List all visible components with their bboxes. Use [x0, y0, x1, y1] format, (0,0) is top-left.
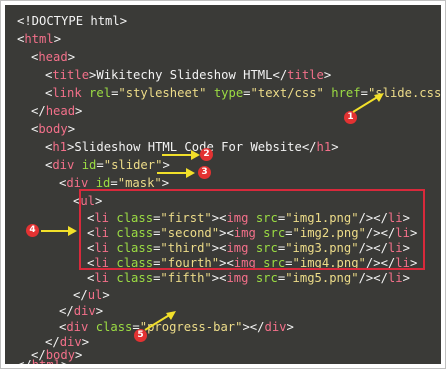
slider-value: "slider": [103, 158, 163, 172]
div-tag: div: [52, 158, 75, 172]
code-line-body-open: <body>: [31, 122, 76, 136]
src-attr: src: [255, 271, 278, 285]
callout-3: 3: [198, 166, 211, 179]
code-line-head-close: </head>: [31, 104, 83, 118]
title-tag: title: [52, 68, 90, 82]
code-listing: <!DOCTYPE html> <html> <head> <title>Wik…: [5, 5, 441, 364]
div-close-tag: div: [73, 304, 96, 318]
link-tag: link: [52, 86, 82, 100]
callout-2: 2: [200, 148, 213, 161]
type-value: "text/css": [250, 86, 324, 100]
rel-attr: rel: [89, 86, 112, 100]
doctype-text: <!DOCTYPE html>: [17, 14, 128, 28]
div-tag: div: [66, 176, 89, 190]
img-tag: img: [226, 271, 249, 285]
code-line-title: <title>Wikitechy Slideshow HTML</title>: [45, 68, 332, 82]
div-tag: div: [66, 320, 89, 334]
id-attr: id: [95, 176, 111, 190]
class-attr: class: [116, 271, 154, 285]
code-editor: <!DOCTYPE html> <html> <head> <title>Wik…: [5, 5, 441, 364]
div-close-tag: div: [264, 320, 287, 334]
class-attr: class: [95, 320, 133, 334]
id-attr: id: [81, 158, 97, 172]
rel-value: "stylesheet": [118, 86, 207, 100]
code-line-li: <li class="fifth"><img src="img5.png"/><…: [87, 271, 410, 285]
screenshot-frame: <!DOCTYPE html> <html> <head> <title>Wik…: [0, 0, 446, 369]
h1-tag: h1: [52, 140, 68, 154]
arrow-5-icon: [144, 311, 176, 331]
arrow-3-icon: [157, 168, 195, 178]
code-line-slider-div: <div id="slider">: [45, 158, 170, 172]
code-line-html-open: <html>: [17, 32, 62, 46]
code-line-html-close: </html>: [17, 358, 68, 364]
ul-close-tag: ul: [87, 288, 103, 302]
li-tag: li: [94, 271, 110, 285]
callout-4: 4: [26, 224, 39, 237]
mask-value: "mask": [117, 176, 162, 190]
list-items-highlight-box: [79, 189, 425, 270]
code-line-doctype: <!DOCTYPE html>: [17, 12, 127, 30]
head-close-tag: head: [45, 104, 76, 118]
img-src-value: "img5.png": [285, 271, 359, 285]
title-text: Wikitechy Slideshow HTML: [96, 68, 273, 82]
html-close-tag: html: [32, 358, 61, 364]
title-close-tag: title: [287, 68, 324, 82]
type-attr: type: [213, 86, 244, 100]
code-line-head-open: <head>: [31, 50, 76, 64]
li-class-value: "fifth": [160, 271, 212, 285]
body-tag: body: [38, 122, 68, 136]
arrow-2-icon: [162, 150, 200, 160]
head-tag: head: [38, 50, 68, 64]
arrow-1-icon: [352, 93, 384, 113]
arrow-4-icon: [41, 226, 77, 236]
html-tag: html: [24, 32, 54, 46]
h1-close-tag: h1: [316, 140, 332, 154]
li-close-tag: li: [387, 271, 403, 285]
